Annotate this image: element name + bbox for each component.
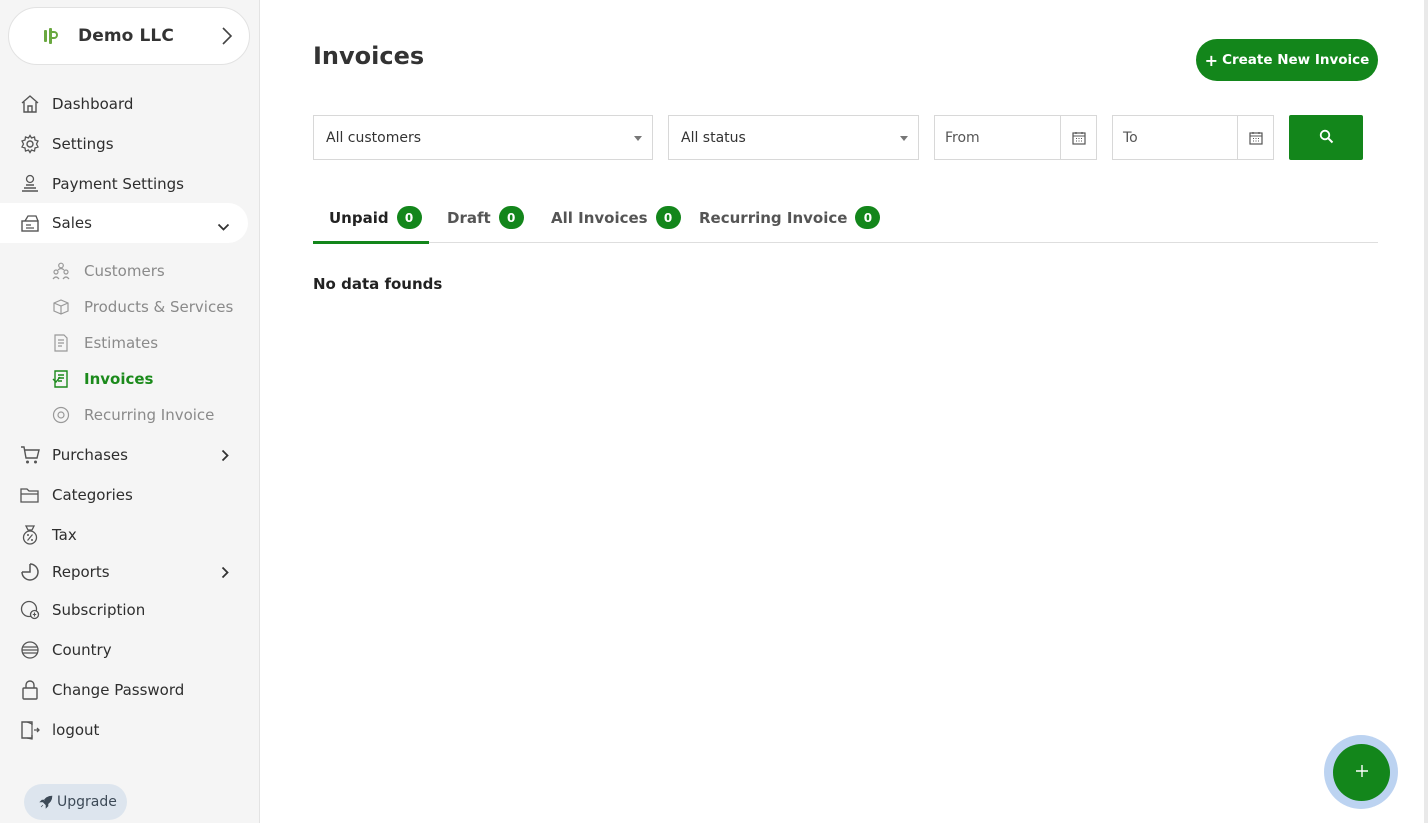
sidebar-item-change-password[interactable]: Change Password — [0, 670, 248, 710]
search-icon — [1319, 129, 1334, 147]
plus-icon — [1355, 764, 1369, 781]
tab-label: Unpaid — [329, 208, 389, 227]
folder-icon — [19, 485, 40, 506]
sidebar: Demo LLC Dashboard Settings Payment Sett… — [0, 0, 260, 823]
sidebar-subitem-label: Customers — [84, 262, 165, 280]
count-badge: 0 — [498, 206, 524, 229]
cart-icon — [19, 445, 40, 466]
page-title: Invoices — [313, 42, 425, 70]
calendar-icon[interactable] — [1060, 116, 1096, 159]
tab-label: All Invoices — [551, 208, 648, 227]
sidebar-item-label: Reports — [52, 563, 110, 581]
sidebar-subitem-estimates[interactable]: Estimates — [0, 328, 248, 358]
sidebar-subitem-label: Products & Services — [84, 298, 234, 316]
sidebar-item-label: Dashboard — [52, 95, 134, 113]
caret-down-icon — [900, 136, 908, 141]
from-date-placeholder: From — [945, 129, 980, 146]
sidebar-subitem-recurring-invoice[interactable]: Recurring Invoice — [0, 400, 248, 430]
document-icon — [52, 333, 70, 353]
sidebar-item-reports[interactable]: Reports — [0, 552, 248, 592]
subscription-icon — [19, 600, 40, 621]
tab-unpaid[interactable]: Unpaid 0 — [313, 192, 429, 244]
caret-down-icon — [634, 136, 642, 141]
upgrade-button[interactable]: Upgrade — [24, 784, 127, 820]
sidebar-item-categories[interactable]: Categories — [0, 475, 248, 515]
tab-draft[interactable]: Draft 0 — [447, 192, 524, 243]
search-button[interactable] — [1289, 115, 1363, 160]
status-select-value: All status — [681, 129, 746, 146]
chevron-right-icon — [221, 448, 230, 466]
sidebar-item-label: Tax — [52, 526, 77, 544]
sidebar-subitem-label: Invoices — [84, 370, 154, 388]
plus-icon: + — [1204, 50, 1219, 70]
customers-icon — [52, 261, 70, 281]
sidebar-item-dashboard[interactable]: Dashboard — [0, 84, 248, 124]
count-badge: 0 — [396, 206, 422, 229]
create-new-invoice-label: Create New Invoice — [1222, 52, 1370, 68]
tab-label: Draft — [447, 208, 491, 227]
count-badge: 0 — [655, 206, 681, 229]
sidebar-subitem-products-services[interactable]: Products & Services — [0, 292, 248, 322]
customer-select[interactable]: All customers — [313, 115, 653, 160]
tax-icon — [19, 525, 40, 546]
upgrade-label: Upgrade — [57, 794, 117, 810]
sidebar-item-label: Subscription — [52, 601, 146, 619]
sidebar-subitem-label: Estimates — [84, 334, 159, 352]
tab-label: Recurring Invoice — [699, 208, 848, 227]
calendar-icon[interactable] — [1237, 116, 1273, 159]
sidebar-item-label: Country — [52, 641, 112, 659]
to-date-field[interactable]: To — [1112, 115, 1274, 160]
sidebar-item-label: Categories — [52, 486, 133, 504]
gear-icon — [19, 134, 40, 155]
lock-icon — [19, 680, 40, 701]
home-icon — [19, 94, 40, 115]
sidebar-item-label: Payment Settings — [52, 175, 184, 193]
sidebar-item-logout[interactable]: logout — [0, 710, 248, 750]
company-name: Demo LLC — [78, 26, 174, 46]
customer-select-value: All customers — [326, 129, 422, 146]
sidebar-item-payment-settings[interactable]: Payment Settings — [0, 164, 248, 204]
sidebar-item-tax[interactable]: Tax — [0, 515, 248, 555]
sidebar-subitem-label: Recurring Invoice — [84, 406, 215, 424]
status-select[interactable]: All status — [668, 115, 919, 160]
sidebar-item-label: Sales — [52, 214, 92, 232]
invoice-icon — [52, 369, 70, 389]
sidebar-subitem-invoices[interactable]: Invoices — [0, 364, 248, 394]
tab-recurring-invoice[interactable]: Recurring Invoice 0 — [699, 192, 881, 243]
sidebar-item-label: logout — [52, 721, 100, 739]
sidebar-item-country[interactable]: Country — [0, 630, 248, 670]
pie-chart-icon — [19, 562, 40, 583]
box-icon — [52, 297, 70, 317]
payment-icon — [19, 174, 40, 195]
from-date-field[interactable]: From — [934, 115, 1097, 160]
chevron-down-icon — [217, 218, 230, 236]
sidebar-item-settings[interactable]: Settings — [0, 124, 248, 164]
count-badge: 0 — [855, 206, 881, 229]
rocket-icon — [39, 795, 53, 809]
sidebar-item-subscription[interactable]: Subscription — [0, 590, 248, 630]
recurring-icon — [52, 405, 70, 425]
sales-icon — [19, 213, 40, 234]
chevron-right-icon — [221, 565, 230, 583]
sidebar-item-label: Purchases — [52, 446, 128, 464]
to-date-placeholder: To — [1123, 129, 1138, 146]
sidebar-item-sales[interactable]: Sales — [0, 203, 248, 243]
sidebar-subitem-customers[interactable]: Customers — [0, 256, 248, 286]
logout-icon — [19, 720, 40, 741]
invoice-tabs: Unpaid 0 Draft 0 All Invoices 0 Recurrin… — [313, 192, 1378, 244]
sidebar-item-label: Change Password — [52, 681, 185, 699]
scrollbar[interactable] — [1424, 0, 1428, 823]
globe-icon — [19, 640, 40, 661]
sidebar-item-label: Settings — [52, 135, 114, 153]
empty-state-message: No data founds — [313, 275, 443, 293]
tab-all-invoices[interactable]: All Invoices 0 — [551, 192, 681, 243]
company-switcher[interactable]: Demo LLC — [8, 7, 250, 65]
sidebar-item-purchases[interactable]: Purchases — [0, 435, 248, 475]
chevron-right-icon — [221, 26, 233, 50]
create-new-invoice-button[interactable]: + Create New Invoice — [1196, 39, 1378, 81]
company-logo — [42, 26, 60, 46]
floating-add-button[interactable] — [1333, 744, 1390, 801]
